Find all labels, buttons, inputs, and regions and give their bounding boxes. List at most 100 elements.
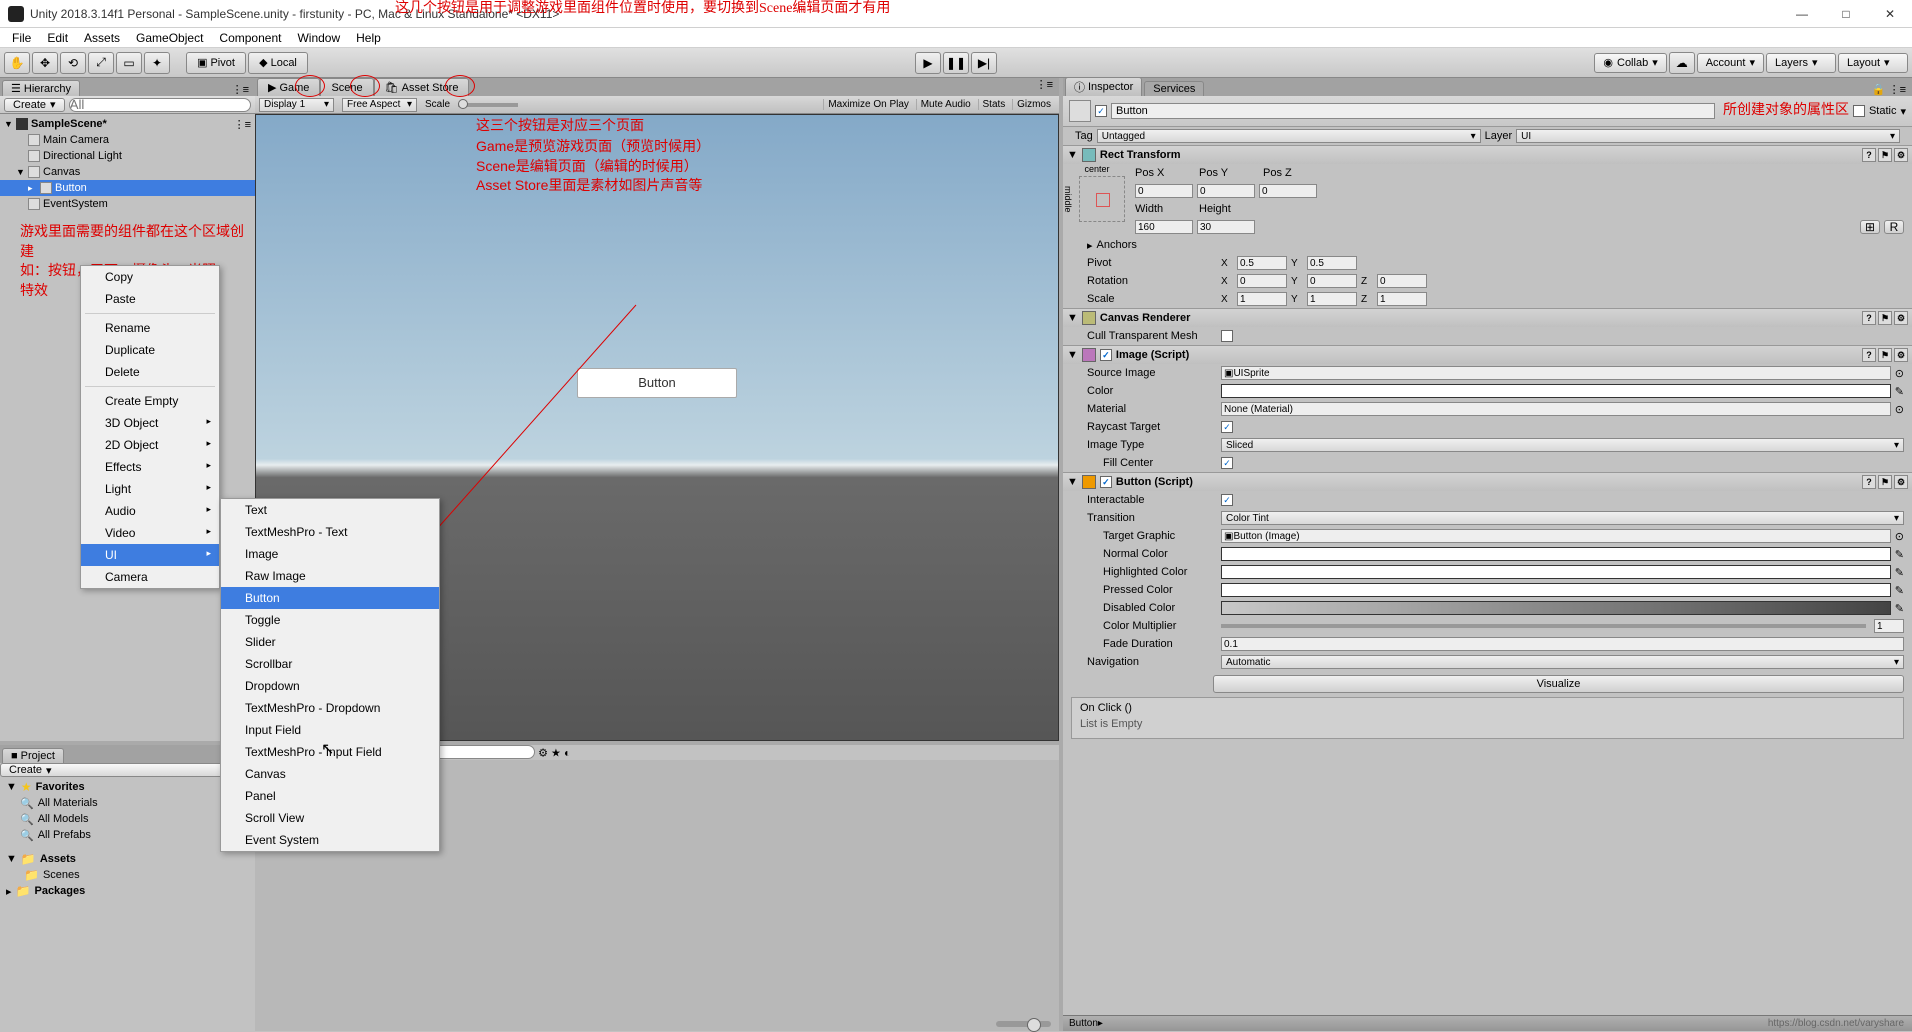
ctx-rename[interactable]: Rename [81,317,219,339]
object-name-field[interactable] [1111,103,1715,119]
posz-field[interactable] [1259,184,1317,198]
favorites-header[interactable]: ▼★Favorites [0,779,255,795]
collab-dropdown[interactable]: ◉ Collab ▾ [1594,53,1666,73]
ctx-delete[interactable]: Delete [81,361,219,383]
disabled-color[interactable] [1221,601,1891,615]
aspect-dropdown[interactable]: Free Aspect▾ [342,98,417,112]
tree-item-light[interactable]: Directional Light [0,148,255,164]
posy-field[interactable] [1197,184,1255,198]
ctx-ui-rawimage[interactable]: Raw Image [221,565,439,587]
scale-x[interactable] [1237,292,1287,306]
search-filter-icon[interactable]: ⚙ [538,748,548,760]
tree-item-button[interactable]: ▸Button [0,180,255,196]
menu-gameobject[interactable]: GameObject [128,29,211,47]
ctx-ui-dropdown[interactable]: Dropdown [221,675,439,697]
layout-dropdown[interactable]: Layout ▾ [1838,53,1908,73]
tree-item-camera[interactable]: Main Camera [0,132,255,148]
ctx-effects[interactable]: Effects [81,456,219,478]
scene-root[interactable]: ▼SampleScene*⋮≡ [0,116,255,132]
pivot-y[interactable] [1307,256,1357,270]
grid-size-slider[interactable] [996,1021,1051,1027]
asset-scenes[interactable]: 📁Scenes [0,867,255,883]
ctx-ui-eventsystem[interactable]: Event System [221,829,439,851]
ctx-2d-object[interactable]: 2D Object [81,434,219,456]
material-field[interactable]: None (Material) [1221,402,1891,416]
layers-dropdown[interactable]: Layers ▾ [1766,53,1836,73]
project-create[interactable]: Create ▾ [0,763,255,777]
tree-item-eventsystem[interactable]: EventSystem [0,196,255,212]
image-color[interactable] [1221,384,1891,398]
blueprint-icon[interactable]: ⊞ [1860,220,1880,234]
ui-button-preview[interactable]: Button [577,368,737,398]
gear-icon[interactable]: ⚙ [1894,148,1908,162]
scale-tool-button[interactable]: ⤢ [88,52,114,74]
scale-z[interactable] [1377,292,1427,306]
hierarchy-create[interactable]: Create ▾ [4,98,65,112]
ctx-create-empty[interactable]: Create Empty [81,390,219,412]
height-field[interactable] [1197,220,1255,234]
ctx-ui-slider[interactable]: Slider [221,631,439,653]
pivot-x[interactable] [1237,256,1287,270]
menu-window[interactable]: Window [289,29,348,47]
services-tab[interactable]: Services [1144,81,1204,96]
rotate-tool-button[interactable]: ⟲ [60,52,86,74]
hand-tool-button[interactable]: ✋ [4,52,30,74]
navigation-dd[interactable]: Automatic▾ [1221,655,1904,669]
mute-audio[interactable]: Mute Audio [916,99,975,110]
target-graphic[interactable]: ▣ Button (Image) [1221,529,1891,543]
ctx-ui-image[interactable]: Image [221,543,439,565]
search-star-icon[interactable]: ★ [551,748,561,760]
menu-help[interactable]: Help [348,29,389,47]
static-checkbox[interactable] [1853,105,1865,117]
rect-transform-header[interactable]: ▼Rect Transform ?⚑⚙ [1063,146,1912,164]
account-dropdown[interactable]: Account ▾ [1697,53,1764,73]
ctx-ui-button[interactable]: Button [221,587,439,609]
ctx-video[interactable]: Video [81,522,219,544]
fav-prefabs[interactable]: 🔍All Prefabs [0,827,255,843]
menu-component[interactable]: Component [211,29,289,47]
cloud-button[interactable]: ☁ [1669,52,1695,74]
move-tool-button[interactable]: ✥ [32,52,58,74]
project-tab[interactable]: ■ Project [2,748,64,763]
gizmos[interactable]: Gizmos [1012,99,1055,110]
layer-dropdown[interactable]: UI▾ [1516,129,1900,143]
raw-edit-icon[interactable]: R [1884,220,1904,234]
ctx-duplicate[interactable]: Duplicate [81,339,219,361]
raycast-checkbox[interactable]: ✓ [1221,421,1233,433]
normal-color[interactable] [1221,547,1891,561]
ctx-paste[interactable]: Paste [81,288,219,310]
ctx-3d-object[interactable]: 3D Object [81,412,219,434]
ctx-ui-tmpdropdown[interactable]: TextMeshPro - Dropdown [221,697,439,719]
pivot-toggle[interactable]: ▣ Pivot [186,52,246,74]
menu-edit[interactable]: Edit [39,29,76,47]
image-type-dd[interactable]: Sliced▾ [1221,438,1904,452]
canvas-renderer-header[interactable]: ▼Canvas Renderer?⚑⚙ [1063,309,1912,327]
tree-item-canvas[interactable]: ▼Canvas [0,164,255,180]
search-hidden-icon[interactable]: ◐ [564,748,571,760]
stats[interactable]: Stats [978,99,1010,110]
tab-assetstore[interactable]: 🛍 Asset Store [374,78,470,96]
ctx-ui-scrollview[interactable]: Scroll View [221,807,439,829]
tab-scene[interactable]: Scene [320,78,373,96]
color-mult-slider[interactable] [1221,624,1866,628]
ctx-audio[interactable]: Audio [81,500,219,522]
pause-button[interactable]: ❚❚ [943,52,969,74]
transform-tool-button[interactable]: ✦ [144,52,170,74]
hierarchy-search[interactable] [69,98,251,112]
close-button[interactable]: ✕ [1876,4,1904,24]
help-icon[interactable]: ? [1862,148,1876,162]
maximize-button[interactable]: □ [1832,4,1860,24]
menu-assets[interactable]: Assets [76,29,128,47]
ctx-light[interactable]: Light [81,478,219,500]
transition-dd[interactable]: Color Tint▾ [1221,511,1904,525]
ctx-ui-text[interactable]: Text [221,499,439,521]
ctx-ui-scrollbar[interactable]: Scrollbar [221,653,439,675]
menu-file[interactable]: File [4,29,39,47]
minimize-button[interactable]: — [1788,4,1816,24]
tab-game[interactable]: ▶ Game [257,78,320,96]
hierarchy-tab[interactable]: ☰ Hierarchy [2,80,80,96]
ctx-ui-inputfield[interactable]: Input Field [221,719,439,741]
ctx-ui-panel[interactable]: Panel [221,785,439,807]
ctx-copy[interactable]: Copy [81,266,219,288]
width-field[interactable] [1135,220,1193,234]
